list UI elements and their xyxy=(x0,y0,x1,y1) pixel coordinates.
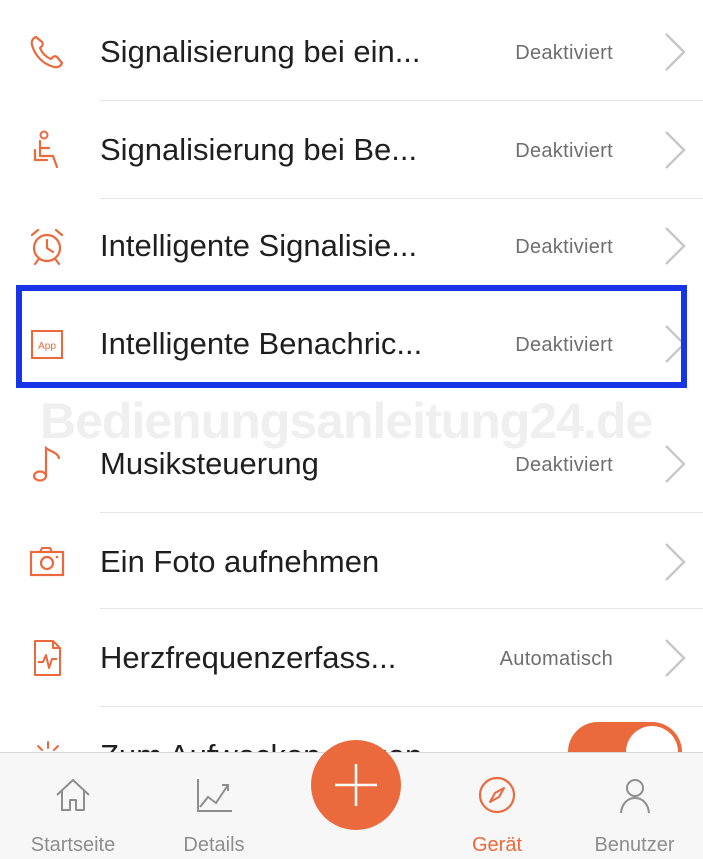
chevron-right-icon xyxy=(665,33,686,71)
chevron-right-icon xyxy=(665,543,686,581)
chevron-right-icon xyxy=(665,639,686,677)
phone-icon xyxy=(30,35,64,69)
tab-details[interactable]: Details xyxy=(146,753,282,859)
row-value: Deaktiviert xyxy=(515,42,613,64)
camera-icon xyxy=(29,547,65,577)
row-heart-rate[interactable]: Herzfrequenzerfass... Automatisch xyxy=(0,610,703,706)
heart-rate-icon xyxy=(34,640,61,676)
row-smart-alarm[interactable]: Intelligente Signalisie... Deaktiviert xyxy=(0,198,703,294)
tab-geraet[interactable]: Gerät xyxy=(428,753,566,859)
row-label: Ein Foto aufnehmen xyxy=(100,544,380,579)
tab-label: Gerät xyxy=(471,834,523,856)
row-call-notification[interactable]: Signalisierung bei ein... Deaktiviert xyxy=(0,4,703,100)
add-button[interactable] xyxy=(311,740,401,830)
row-label: Musiksteuerung xyxy=(100,446,319,481)
row-label: Signalisierung bei ein... xyxy=(100,34,421,69)
row-take-photo[interactable]: Ein Foto aufnehmen xyxy=(0,514,703,610)
compass-icon xyxy=(478,776,516,814)
tab-label: Benutzer xyxy=(594,834,675,856)
chart-icon xyxy=(197,779,232,812)
tab-label: Details xyxy=(183,834,245,856)
row-music-control[interactable]: Musiksteuerung Deaktiviert xyxy=(0,416,703,512)
row-sitting-notification[interactable]: Signalisierung bei Be... Deaktiviert xyxy=(0,102,703,198)
row-value: Deaktiviert xyxy=(515,454,613,476)
music-note-icon xyxy=(32,445,61,482)
plus-icon xyxy=(335,764,377,806)
alarm-clock-icon xyxy=(30,228,64,266)
row-value: Deaktiviert xyxy=(515,236,613,258)
separator xyxy=(100,706,703,707)
row-label: Intelligente Signalisie... xyxy=(100,228,418,263)
user-icon xyxy=(619,779,650,814)
row-value: Automatisch xyxy=(499,648,613,670)
home-icon xyxy=(56,779,90,811)
row-label: Herzfrequenzerfass... xyxy=(100,640,397,675)
row-label: Signalisierung bei Be... xyxy=(100,132,418,167)
chevron-right-icon xyxy=(665,131,686,169)
chevron-right-icon xyxy=(665,445,686,483)
row-value: Deaktiviert xyxy=(515,140,613,162)
separator xyxy=(100,512,703,513)
separator xyxy=(100,100,703,101)
seat-icon xyxy=(33,130,59,169)
separator xyxy=(100,608,703,609)
highlight-frame xyxy=(16,285,687,388)
chevron-right-icon xyxy=(665,227,686,265)
sun-icon xyxy=(37,741,59,751)
tab-label: Startseite xyxy=(30,834,116,856)
tab-benutzer[interactable]: Benutzer xyxy=(566,753,703,859)
tab-startseite[interactable]: Startseite xyxy=(0,753,146,859)
